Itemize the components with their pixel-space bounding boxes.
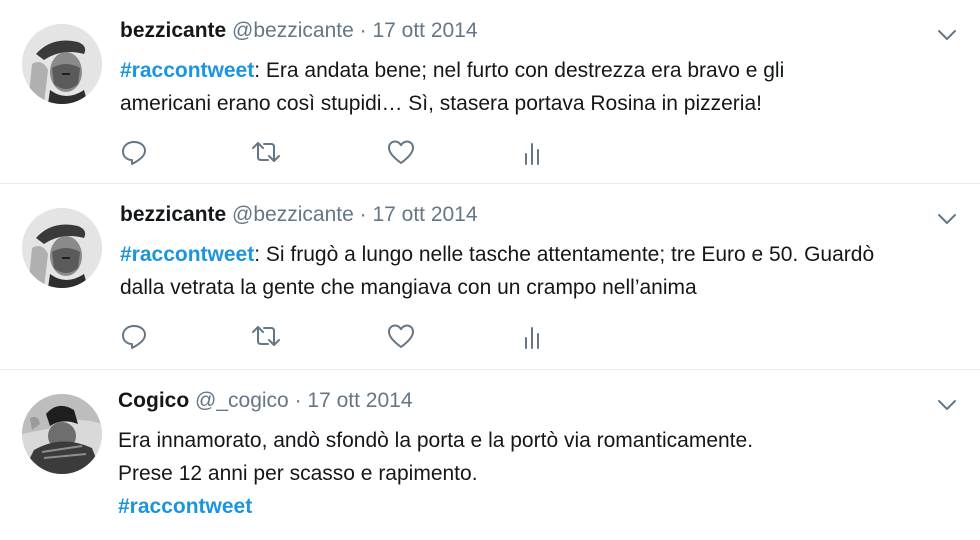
retweet-button[interactable] xyxy=(250,138,284,172)
separator: · xyxy=(359,203,367,226)
reply-icon xyxy=(122,325,146,349)
display-name[interactable]: bezzicante xyxy=(120,203,226,226)
display-name[interactable]: bezzicante xyxy=(120,19,226,42)
retweet-icon xyxy=(252,142,280,162)
tweet-header: Cogico @_cogico · 17 ott 2014 xyxy=(118,386,920,416)
analytics-button[interactable] xyxy=(520,322,554,356)
hashtag-link[interactable]: #raccontweet xyxy=(120,243,254,266)
avatar[interactable] xyxy=(22,208,102,288)
tweet-text-line: dalla vetrata la gente che mangiava con … xyxy=(120,276,697,299)
like-button[interactable] xyxy=(386,322,420,356)
reply-icon xyxy=(122,141,146,165)
separator: · xyxy=(294,389,302,412)
heart-icon xyxy=(388,324,414,348)
tweet-text-line: Prese 12 anni per scasso e rapimento. xyxy=(118,462,478,485)
tweet-text-line: : Si frugò a lungo nelle tasche attentam… xyxy=(254,243,875,266)
timestamp[interactable]: 17 ott 2014 xyxy=(372,19,477,42)
avatar-photo xyxy=(22,394,102,474)
tweet-feed: bezzicante @bezzicante · 17 ott 2014 #ra… xyxy=(0,0,980,540)
tweet-text: #raccontweet: Era andata bene; nel furto… xyxy=(120,54,940,120)
analytics-button[interactable] xyxy=(520,138,554,172)
tweet-text: #raccontweet: Si frugò a lungo nelle tas… xyxy=(120,238,940,304)
hashtag-link[interactable]: #raccontweet xyxy=(120,59,254,82)
tweet-header: bezzicante @bezzicante · 17 ott 2014 xyxy=(120,16,920,46)
analytics-icon xyxy=(525,327,539,349)
username[interactable]: @bezzicante xyxy=(232,203,354,226)
analytics-icon xyxy=(525,143,539,165)
tweet-text: Era innamorato, andò sfondò la porta e l… xyxy=(118,424,940,523)
avatar[interactable] xyxy=(22,24,102,104)
separator: · xyxy=(359,19,367,42)
chevron-down-icon[interactable] xyxy=(936,208,958,230)
tweet-actions xyxy=(120,322,560,356)
retweet-icon xyxy=(252,326,280,346)
chevron-down-icon[interactable] xyxy=(936,24,958,46)
timestamp[interactable]: 17 ott 2014 xyxy=(307,389,412,412)
avatar-photo xyxy=(22,24,102,104)
tweet[interactable]: Cogico @_cogico · 17 ott 2014 Era innamo… xyxy=(0,370,980,540)
username[interactable]: @bezzicante xyxy=(232,19,354,42)
username[interactable]: @_cogico xyxy=(195,389,289,412)
tweet-actions xyxy=(120,138,560,172)
tweet-text-line: : Era andata bene; nel furto con destrez… xyxy=(254,59,785,82)
like-button[interactable] xyxy=(386,138,420,172)
hashtag-link[interactable]: #raccontweet xyxy=(118,495,252,518)
retweet-button[interactable] xyxy=(250,322,284,356)
tweet[interactable]: bezzicante @bezzicante · 17 ott 2014 #ra… xyxy=(0,184,980,370)
chevron-down-icon[interactable] xyxy=(936,394,958,416)
reply-button[interactable] xyxy=(120,138,154,172)
display-name[interactable]: Cogico xyxy=(118,389,189,412)
tweet-header: bezzicante @bezzicante · 17 ott 2014 xyxy=(120,200,920,230)
tweet-text-line: americani erano così stupidi… Sì, staser… xyxy=(120,92,762,115)
reply-button[interactable] xyxy=(120,322,154,356)
heart-icon xyxy=(388,140,414,164)
tweet-text-line: Era innamorato, andò sfondò la porta e l… xyxy=(118,429,754,452)
avatar[interactable] xyxy=(22,394,102,474)
timestamp[interactable]: 17 ott 2014 xyxy=(372,203,477,226)
avatar-photo xyxy=(22,208,102,288)
tweet[interactable]: bezzicante @bezzicante · 17 ott 2014 #ra… xyxy=(0,0,980,184)
